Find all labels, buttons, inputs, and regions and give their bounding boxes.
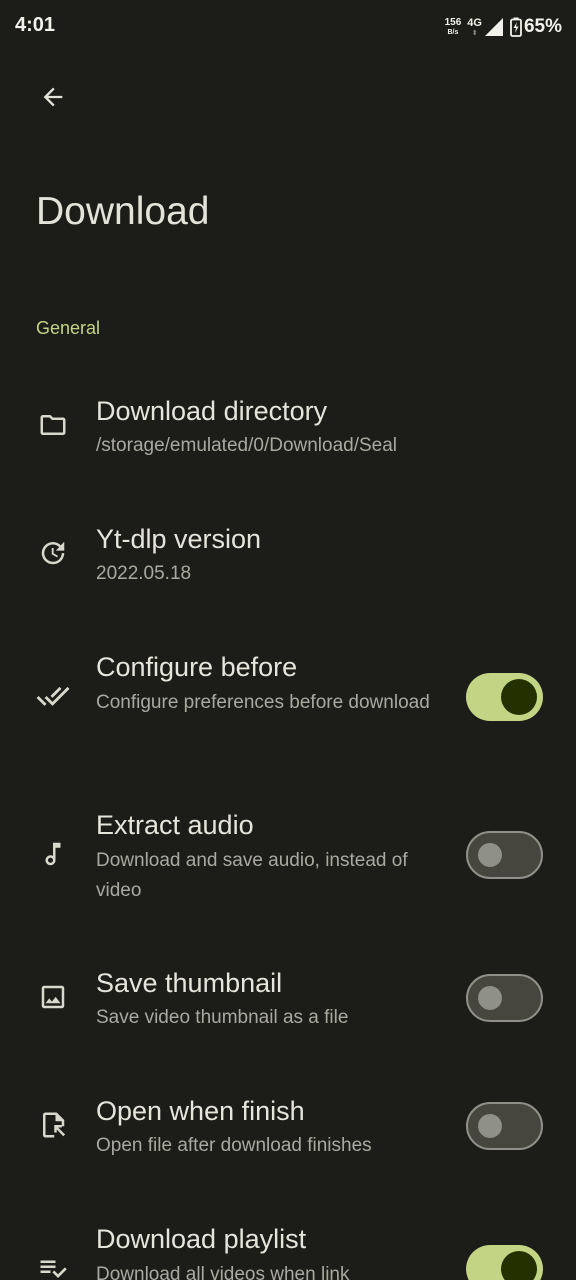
setting-description: Download and save audio, instead of vide… bbox=[96, 850, 408, 901]
net-speed-value: 156 bbox=[444, 17, 462, 28]
setting-ytdlp-version[interactable]: Yt-dlp version 2022.05.18 bbox=[0, 508, 576, 618]
network-type: 4G ⬍ bbox=[467, 16, 482, 37]
setting-title: Configure before bbox=[96, 652, 298, 682]
toggle-knob bbox=[501, 679, 537, 715]
image-icon bbox=[36, 980, 70, 1014]
extract-audio-toggle[interactable] bbox=[466, 831, 543, 879]
done-all-icon bbox=[36, 679, 70, 713]
setting-description: Open file after download finishes bbox=[96, 1135, 372, 1156]
net-speed: 156 B/s bbox=[444, 17, 462, 37]
net-speed-unit: B/s bbox=[447, 29, 459, 36]
page-title: Download bbox=[36, 190, 210, 233]
setting-title: Extract audio bbox=[96, 810, 254, 840]
data-activity-icon: ⬍ bbox=[471, 29, 478, 37]
setting-description: Save video thumbnail as a file bbox=[96, 1007, 349, 1028]
setting-save-thumbnail[interactable]: Save thumbnail Save video thumbnail as a… bbox=[0, 952, 576, 1062]
setting-download-directory[interactable]: Download directory /storage/emulated/0/D… bbox=[0, 380, 576, 490]
configure-before-toggle[interactable] bbox=[466, 673, 543, 721]
update-icon bbox=[36, 536, 70, 570]
setting-extract-audio[interactable]: Extract audio Download and save audio, i… bbox=[0, 794, 576, 924]
file-open-icon bbox=[36, 1108, 70, 1142]
download-playlist-toggle[interactable] bbox=[466, 1245, 543, 1280]
status-bar: 4:01 156 B/s 4G ⬍ 65% bbox=[0, 0, 576, 56]
toggle-knob bbox=[478, 1114, 502, 1138]
battery-percent: 65% bbox=[523, 16, 562, 37]
setting-title: Download playlist bbox=[96, 1224, 307, 1254]
battery-charging-icon bbox=[510, 17, 522, 37]
status-time: 4:01 bbox=[15, 14, 56, 36]
setting-title: Open when finish bbox=[96, 1096, 305, 1126]
setting-title: Save thumbnail bbox=[96, 968, 283, 998]
setting-download-playlist[interactable]: Download playlist Download all videos wh… bbox=[0, 1208, 576, 1280]
playlist-add-check-icon bbox=[36, 1251, 70, 1280]
signal-icon bbox=[484, 18, 503, 36]
open-when-finish-toggle[interactable] bbox=[466, 1102, 543, 1150]
status-indicators: 156 B/s 4G ⬍ 65% bbox=[445, 14, 562, 40]
setting-title: Yt-dlp version bbox=[96, 524, 262, 554]
setting-description: Configure preferences before download bbox=[96, 692, 430, 713]
network-type-label: 4G bbox=[467, 16, 482, 29]
arrow-back-icon bbox=[43, 87, 63, 107]
setting-open-when-finish[interactable]: Open when finish Open file after downloa… bbox=[0, 1080, 576, 1190]
back-button[interactable] bbox=[28, 72, 78, 122]
setting-description: Download all videos when link bbox=[96, 1264, 350, 1280]
folder-icon bbox=[36, 408, 70, 442]
setting-configure-before[interactable]: Configure before Configure preferences b… bbox=[0, 636, 576, 766]
toggle-knob bbox=[478, 986, 502, 1010]
toggle-knob bbox=[501, 1251, 537, 1280]
music-note-icon bbox=[36, 837, 70, 871]
section-header-general: General bbox=[36, 318, 101, 338]
setting-title: Download directory bbox=[96, 396, 328, 426]
setting-description: 2022.05.18 bbox=[96, 563, 192, 584]
setting-description: /storage/emulated/0/Download/Seal bbox=[96, 435, 398, 456]
toggle-knob bbox=[478, 843, 502, 867]
save-thumbnail-toggle[interactable] bbox=[466, 974, 543, 1022]
